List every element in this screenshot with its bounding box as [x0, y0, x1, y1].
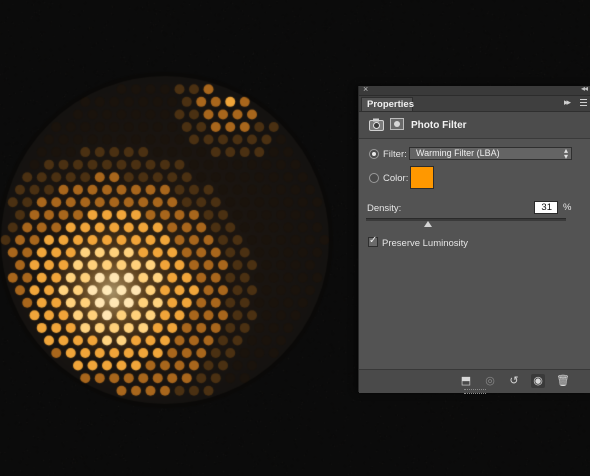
filter-select[interactable]: Warming Filter (LBA) ▴ ▾ — [409, 147, 572, 160]
view-previous-state-icon[interactable]: ◎ — [483, 374, 497, 388]
density-unit: % — [563, 202, 571, 213]
density-slider-track[interactable] — [366, 218, 566, 221]
resize-grip[interactable] — [464, 389, 486, 394]
panel-footer: ⬒ ◎ ↺ ◉ 🗑 — [359, 369, 590, 393]
panel-tab-bar: Properties ▸▸ — [359, 96, 590, 112]
double-arrow-icon[interactable]: ▸▸ — [564, 97, 569, 108]
close-icon[interactable]: × — [363, 84, 368, 94]
density-input[interactable]: 31 — [534, 201, 558, 214]
color-swatch[interactable] — [410, 166, 434, 189]
collapse-icon[interactable]: ◂◂ — [581, 84, 587, 93]
color-label: Color: — [383, 173, 408, 184]
properties-panel: × ◂◂ Properties ▸▸ Photo Filter Filter: … — [358, 86, 590, 392]
tab-properties[interactable]: Properties — [361, 97, 413, 111]
camera-adjustment-icon — [369, 118, 384, 131]
trash-icon[interactable]: 🗑 — [556, 374, 570, 388]
visibility-eye-icon[interactable]: ◉ — [531, 374, 545, 388]
adjustment-title: Photo Filter — [411, 120, 467, 131]
filter-radio[interactable] — [369, 149, 379, 159]
filter-label: Filter: — [383, 149, 407, 160]
reset-icon[interactable]: ↺ — [507, 374, 521, 388]
preserve-luminosity-label: Preserve Luminosity — [382, 238, 468, 249]
panel-menu-icon[interactable] — [577, 99, 587, 108]
panel-title-strip: × ◂◂ — [359, 86, 590, 96]
density-label: Density: — [367, 203, 401, 214]
preserve-luminosity-checkbox[interactable]: ✓ — [368, 237, 378, 247]
clip-to-layer-icon[interactable]: ⬒ — [459, 374, 473, 388]
adjustment-header: Photo Filter — [359, 112, 590, 139]
chevron-updown-icon: ▴ ▾ — [564, 148, 568, 160]
density-slider-thumb[interactable] — [424, 221, 432, 227]
layer-mask-icon[interactable] — [390, 118, 404, 130]
filter-select-value: Warming Filter (LBA) — [416, 148, 500, 158]
color-radio[interactable] — [369, 173, 379, 183]
